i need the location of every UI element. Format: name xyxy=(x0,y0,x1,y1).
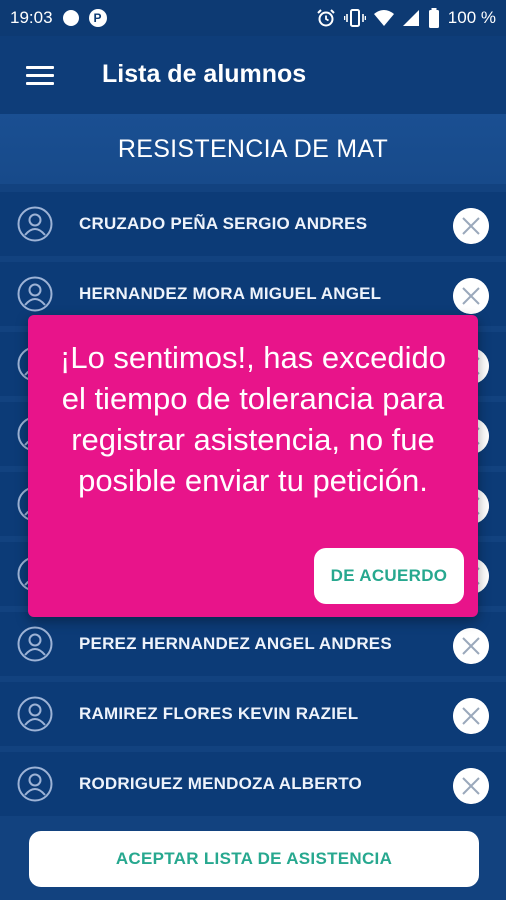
wifi-icon xyxy=(373,10,394,26)
error-dialog: ¡Lo sentimos!, has excedido el tiempo de… xyxy=(28,315,478,617)
student-row[interactable]: CRUZADO PEÑA SERGIO ANDRES xyxy=(0,192,506,256)
status-bar: 19:03 P 100 % xyxy=(0,0,506,36)
signal-icon xyxy=(402,10,419,26)
agree-button[interactable]: DE ACUERDO xyxy=(314,548,464,604)
person-icon xyxy=(17,696,53,732)
page-title: Lista de alumnos xyxy=(102,60,307,88)
p-app-icon: P xyxy=(88,9,107,27)
hamburger-menu-icon[interactable] xyxy=(26,66,54,86)
alarm-icon xyxy=(317,9,335,27)
close-circle-icon[interactable] xyxy=(453,698,489,734)
student-row[interactable]: RAMIREZ FLORES KEVIN RAZIEL xyxy=(0,682,506,746)
vibrate-icon xyxy=(343,9,366,27)
person-icon xyxy=(17,766,53,802)
close-circle-icon[interactable] xyxy=(453,628,489,664)
person-icon xyxy=(17,206,53,242)
app-bar: Lista de alumnos xyxy=(0,36,506,114)
subject-name: RESISTENCIA DE MAT xyxy=(0,114,506,184)
battery-icon xyxy=(428,8,439,28)
notification-dot-icon xyxy=(62,10,79,26)
student-name: PEREZ HERNANDEZ ANGEL ANDRES xyxy=(79,634,392,653)
student-row[interactable]: RODRIGUEZ MENDOZA ALBERTO xyxy=(0,752,506,816)
student-name: RODRIGUEZ MENDOZA ALBERTO xyxy=(79,774,362,793)
close-circle-icon[interactable] xyxy=(453,278,489,314)
accept-attendance-button[interactable]: ACEPTAR LISTA DE ASISTENCIA xyxy=(29,831,479,887)
battery-level: 100 % xyxy=(447,8,496,27)
student-name: CRUZADO PEÑA SERGIO ANDRES xyxy=(79,214,368,233)
dialog-message: ¡Lo sentimos!, has excedido el tiempo de… xyxy=(60,340,446,498)
person-icon xyxy=(17,626,53,662)
clock-time: 19:03 xyxy=(10,8,53,27)
person-icon xyxy=(17,276,53,312)
student-row[interactable]: PEREZ HERNANDEZ ANGEL ANDRES xyxy=(0,612,506,676)
close-circle-icon[interactable] xyxy=(453,768,489,804)
student-name: RAMIREZ FLORES KEVIN RAZIEL xyxy=(79,704,359,723)
close-circle-icon[interactable] xyxy=(453,208,489,244)
